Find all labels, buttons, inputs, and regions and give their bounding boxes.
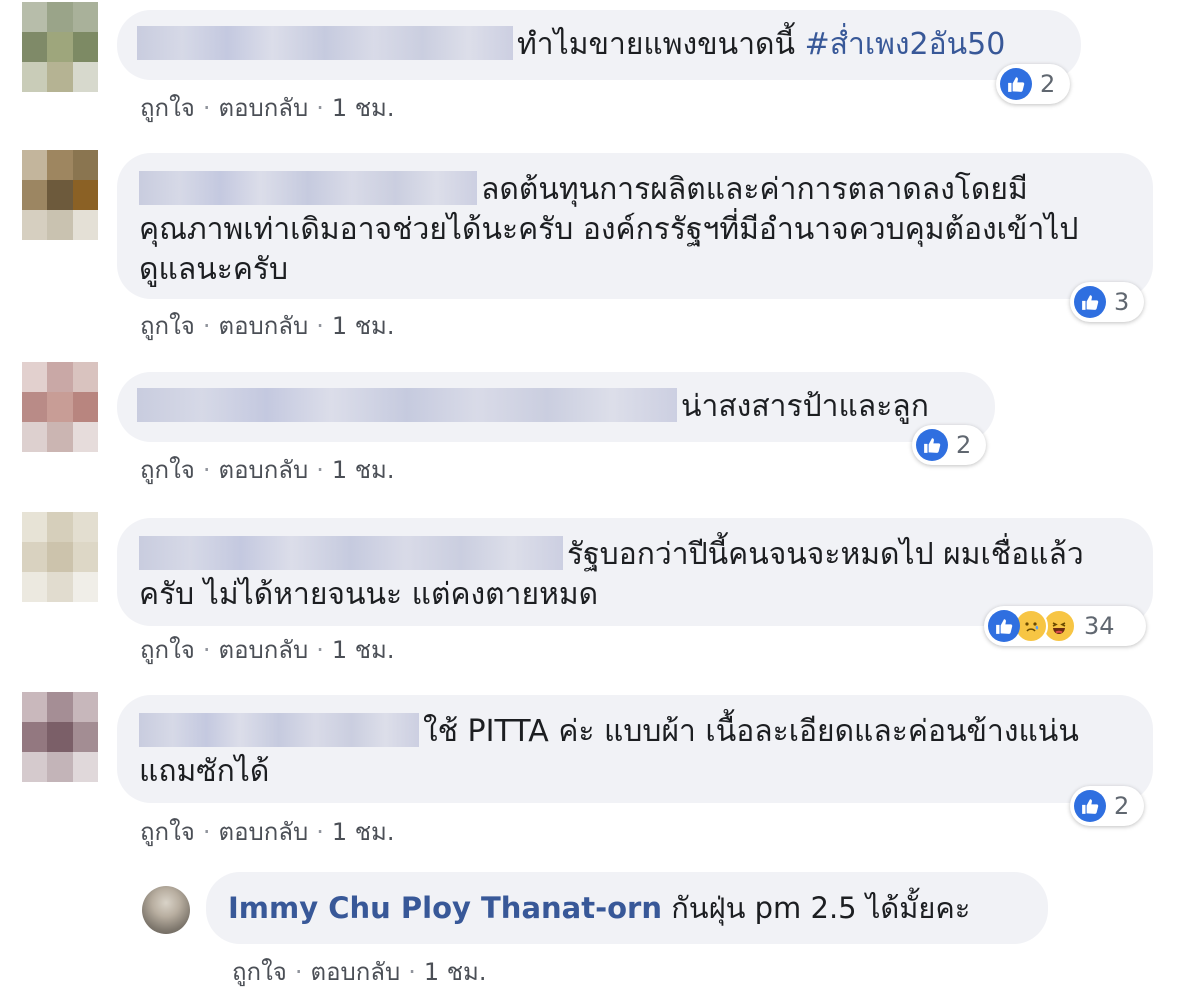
reply-link[interactable]: ตอบกลับ (218, 94, 308, 122)
comment-actions: ถูกใจ · ตอบกลับ · 1 ชม. (232, 952, 486, 991)
timestamp[interactable]: 1 ชม. (332, 818, 395, 846)
reaction-summary[interactable]: 2 (1070, 786, 1144, 826)
reaction-summary[interactable]: 34 (984, 606, 1146, 646)
avatar[interactable] (142, 886, 190, 934)
reaction-count: 2 (1040, 70, 1056, 98)
separator-dot: · (294, 958, 303, 986)
reaction-summary[interactable]: 2 (996, 64, 1070, 104)
separator-dot: · (202, 636, 211, 664)
like-icon (1000, 68, 1032, 100)
reply-link[interactable]: ตอบกลับ (218, 456, 308, 484)
comment-text: กันฝุ่น pm 2.5 ได้มั้ยคะ (662, 891, 971, 925)
reaction-count: 3 (1114, 288, 1130, 316)
blurred-author-name[interactable] (139, 171, 477, 205)
reply-link[interactable]: ตอบกลับ (218, 636, 308, 664)
reaction-summary[interactable]: 2 (912, 425, 986, 465)
blurred-author-name[interactable] (139, 713, 419, 747)
reaction-count: 34 (1084, 612, 1115, 640)
separator-dot: · (316, 636, 324, 664)
comment-bubble: ใช้ PITTA ค่ะ แบบผ้า เนื้อละเอียดและค่อน… (117, 695, 1153, 803)
reply-link[interactable]: ตอบกลับ (218, 818, 308, 846)
comment-bubble: น่าสงสารป้าและลูก (117, 372, 995, 442)
comment-text: ทำไมขายแพงขนาดนี้ (517, 27, 805, 62)
avatar[interactable] (22, 150, 98, 240)
blurred-author-name[interactable] (137, 26, 513, 60)
reply-link[interactable]: ตอบกลับ (218, 312, 308, 340)
separator-dot: · (408, 958, 416, 986)
separator-dot: · (202, 312, 211, 340)
like-link[interactable]: ถูกใจ (140, 94, 195, 122)
comment-actions: ถูกใจ · ตอบกลับ · 1 ชม. (140, 812, 394, 851)
like-link[interactable]: ถูกใจ (232, 958, 287, 986)
separator-dot: · (202, 94, 211, 122)
avatar[interactable] (22, 2, 98, 92)
comment-actions: ถูกใจ · ตอบกลับ · 1 ชม. (140, 88, 394, 127)
timestamp[interactable]: 1 ชม. (424, 958, 487, 986)
avatar[interactable] (22, 362, 98, 452)
comment-actions: ถูกใจ · ตอบกลับ · 1 ชม. (140, 306, 394, 345)
avatar[interactable] (22, 692, 98, 782)
like-link[interactable]: ถูกใจ (140, 312, 195, 340)
comment-actions: ถูกใจ · ตอบกลับ · 1 ชม. (140, 630, 394, 669)
like-icon (916, 429, 948, 461)
separator-dot: · (202, 818, 211, 846)
reaction-summary[interactable]: 3 (1070, 282, 1144, 322)
like-link[interactable]: ถูกใจ (140, 456, 195, 484)
comment-bubble: ลดต้นทุนการผลิตและค่าการตลาดลงโดยมีคุณภา… (117, 153, 1153, 299)
separator-dot: · (202, 456, 211, 484)
reply-link[interactable]: ตอบกลับ (310, 958, 400, 986)
comment-actions: ถูกใจ · ตอบกลับ · 1 ชม. (140, 450, 394, 489)
like-icon (1074, 790, 1106, 822)
comment-bubble: ทำไมขายแพงขนาดนี้ #ส่ำเพง2อัน50 (117, 10, 1081, 80)
separator-dot: · (316, 312, 324, 340)
comment-bubble: Immy Chu Ploy Thanat-orn กันฝุ่น pm 2.5 … (206, 872, 1048, 944)
timestamp[interactable]: 1 ชม. (332, 456, 395, 484)
separator-dot: · (316, 818, 324, 846)
blurred-author-name[interactable] (139, 536, 563, 570)
separator-dot: · (316, 94, 324, 122)
separator-dot: · (316, 456, 324, 484)
timestamp[interactable]: 1 ชม. (332, 94, 395, 122)
like-link[interactable]: ถูกใจ (140, 818, 195, 846)
like-icon (988, 610, 1020, 642)
timestamp[interactable]: 1 ชม. (332, 312, 395, 340)
timestamp[interactable]: 1 ชม. (332, 636, 395, 664)
blurred-author-name[interactable] (137, 388, 677, 422)
author-name-link[interactable]: Immy Chu Ploy Thanat-orn (228, 891, 662, 925)
like-icon (1074, 286, 1106, 318)
comment-text: น่าสงสารป้าและลูก (681, 389, 929, 424)
reaction-count: 2 (1114, 792, 1130, 820)
hashtag-link[interactable]: #ส่ำเพง2อัน50 (805, 27, 1006, 62)
reaction-count: 2 (956, 431, 972, 459)
like-link[interactable]: ถูกใจ (140, 636, 195, 664)
avatar[interactable] (22, 512, 98, 602)
